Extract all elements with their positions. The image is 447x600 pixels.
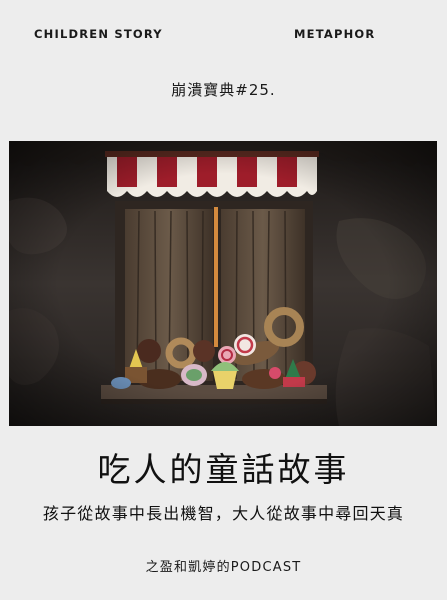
podcast-credit: 之盈和凱婷的PODCAST	[145, 560, 302, 575]
podcast-title: 吃人的童話故事	[97, 450, 350, 489]
tagline: 孩子從故事中長出機智，大人從故事中尋回天真	[42, 504, 405, 523]
cover-illustration	[9, 141, 437, 426]
theme-label: METAPHOR	[294, 27, 376, 41]
episode-label: 崩潰寶典#25.	[171, 81, 276, 99]
category-label: CHILDREN STORY	[34, 27, 163, 41]
candy-window-illustration	[9, 141, 437, 426]
